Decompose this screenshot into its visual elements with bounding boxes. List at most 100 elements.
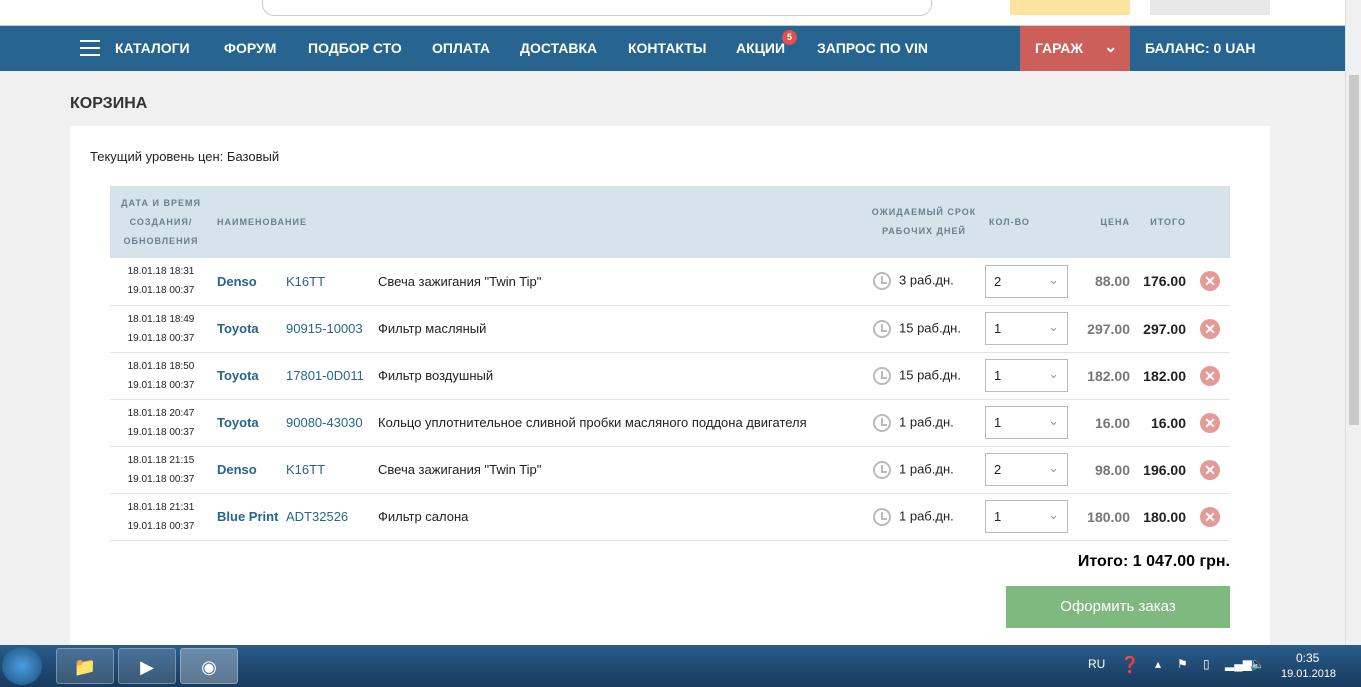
garage-label: ГАРАЖ [1035,40,1084,56]
main-content: КОРЗИНА Текущий уровень цен: Базовый ДАТ… [0,71,1345,656]
cart-row: 18.01.18 18:49 19.01.18 00:37 Toyota 9091… [110,305,1230,353]
chevron-down-icon: ⌄ [1048,319,1059,334]
created-date: 18.01.18 18:50 [127,360,195,372]
row-total: 182.00 [1130,352,1190,400]
updated-date: 19.01.18 00:37 [127,285,195,297]
unit-price: 182.00 [1075,352,1130,400]
chevron-down-icon: ⌄ [1104,39,1118,56]
article-link[interactable]: 17801-0D011 [286,352,378,400]
site-search-box[interactable] [262,0,932,16]
qty-select[interactable]: 1 ⌄ [985,406,1068,439]
created-date: 18.01.18 18:31 [127,266,195,278]
brand-link[interactable]: Denso [212,258,286,306]
clock-icon [873,272,891,291]
unit-price: 88.00 [1075,258,1130,306]
header-name: НАИМЕНОВАНИЕ [212,186,863,258]
scrollbar-thumb[interactable] [1349,75,1359,425]
battery-icon[interactable]: ▯ [1203,657,1210,671]
tray-expand-icon[interactable]: ▴ [1155,657,1161,671]
created-date: 18.01.18 18:49 [127,313,195,325]
language-indicator[interactable]: RU [1088,657,1105,671]
flag-icon[interactable]: ⚑ [1177,657,1188,671]
help-icon[interactable]: ❓ [1120,655,1140,675]
product-name: Фильтр салона [378,493,863,541]
explorer-icon[interactable]: 📁 [56,648,114,684]
brand-link[interactable]: Blue Print [212,493,286,541]
row-total: 196.00 [1130,446,1190,494]
clock-time[interactable]: 0:35 [1296,651,1319,665]
unit-price: 16.00 [1075,399,1130,447]
qty-cell: 1 ⌄ [985,352,1075,400]
article-link[interactable]: ADT32526 [286,493,378,541]
row-dates: 18.01.18 18:49 19.01.18 00:37 [110,305,212,353]
garage-button[interactable]: ГАРАЖ ⌄ [1020,26,1130,71]
header-date: ДАТА И ВРЕМЯ СОЗДАНИЯ/ОБНОВЛЕНИЯ [110,186,212,258]
promo-badge: 5 [782,30,797,45]
nav-payment[interactable]: ОПЛАТА [432,40,490,56]
qty-select[interactable]: 2 ⌄ [985,453,1068,486]
volume-icon[interactable]: 🔈 [1250,657,1265,671]
qty-cell: 2 ⌄ [985,258,1075,306]
product-name: Свеча зажигания "Twin Tip" [378,446,863,494]
updated-date: 19.01.18 00:37 [127,426,195,438]
cart-row: 18.01.18 18:31 19.01.18 00:37 Denso K16TT… [110,258,1230,306]
remove-item-icon[interactable]: ✕ [1200,365,1220,386]
header-button-2[interactable] [1150,0,1270,15]
brand-link[interactable]: Toyota [212,305,286,353]
place-order-button[interactable]: Оформить заказ [1006,586,1230,628]
remove-item-icon[interactable]: ✕ [1200,459,1220,480]
qty-select[interactable]: 1 ⌄ [985,359,1068,392]
page-title: КОРЗИНА [70,95,148,112]
media-player-icon[interactable]: ▶ [118,648,176,684]
updated-date: 19.01.18 00:37 [127,379,195,391]
cart-row: 18.01.18 20:47 19.01.18 00:37 Toyota 9008… [110,399,1230,447]
article-link[interactable]: K16TT [286,258,378,306]
nav-forum[interactable]: ФОРУМ [224,40,276,56]
qty-select[interactable]: 2 ⌄ [985,264,1068,298]
created-date: 18.01.18 20:47 [127,407,195,419]
delivery-term: 15 раб.дн. [863,305,985,353]
remove-item-icon[interactable]: ✕ [1200,271,1220,292]
clock-icon [873,319,891,338]
nav-vin-request[interactable]: ЗАПРОС ПО VIN [817,40,928,56]
remove-item-icon[interactable]: ✕ [1200,412,1220,433]
clock-icon [873,413,891,432]
qty-select[interactable]: 1 ⌄ [985,500,1068,533]
start-button[interactable] [2,647,42,685]
row-total: 176.00 [1130,258,1190,306]
clock-icon [873,507,891,526]
nav-delivery[interactable]: ДОСТАВКА [520,40,597,56]
menu-icon[interactable] [80,40,100,56]
nav-promos[interactable]: АКЦИИ [736,40,785,56]
header-button[interactable] [1010,0,1130,15]
article-link[interactable]: 90080-43030 [286,399,378,447]
clock-icon [873,366,891,385]
qty-select[interactable]: 1 ⌄ [985,312,1068,345]
scrollbar[interactable] [1345,0,1361,645]
nav-contacts[interactable]: КОНТАКТЫ [628,40,706,56]
chrome-icon[interactable]: ◉ [180,648,238,684]
article-link[interactable]: 90915-10003 [286,305,378,353]
clock-icon [873,460,891,479]
row-dates: 18.01.18 18:31 19.01.18 00:37 [110,258,212,306]
chevron-down-icon: ⌄ [1048,271,1059,287]
delivery-term: 15 раб.дн. [863,352,985,400]
brand-link[interactable]: Denso [212,446,286,494]
remove-item-icon[interactable]: ✕ [1200,506,1220,527]
clock-date[interactable]: 19.01.2018 [1281,668,1336,680]
taskbar: 📁 ▶ ◉ RU ❓ ▴ ⚑ ▯ ▂▄▆ 🔈 0:35 19.01.2018 [0,645,1361,687]
article-link[interactable]: K16TT [286,446,378,494]
chevron-down-icon: ⌄ [1048,413,1059,428]
updated-date: 19.01.18 00:37 [127,473,195,485]
remove-item-icon[interactable]: ✕ [1200,318,1220,339]
signal-icon[interactable]: ▂▄▆ [1225,657,1252,671]
delivery-term: 1 раб.дн. [863,399,985,447]
product-name: Фильтр масляный [378,305,863,353]
brand-link[interactable]: Toyota [212,352,286,400]
price-level: Текущий уровень цен: Базовый [90,149,280,164]
nav-sto[interactable]: ПОДБОР СТО [308,40,402,56]
row-dates: 18.01.18 18:50 19.01.18 00:37 [110,352,212,400]
product-name: Кольцо уплотнительное сливной пробки мас… [378,399,863,447]
brand-link[interactable]: Toyota [212,399,286,447]
nav-catalogs[interactable]: КАТАЛОГИ [115,40,190,56]
